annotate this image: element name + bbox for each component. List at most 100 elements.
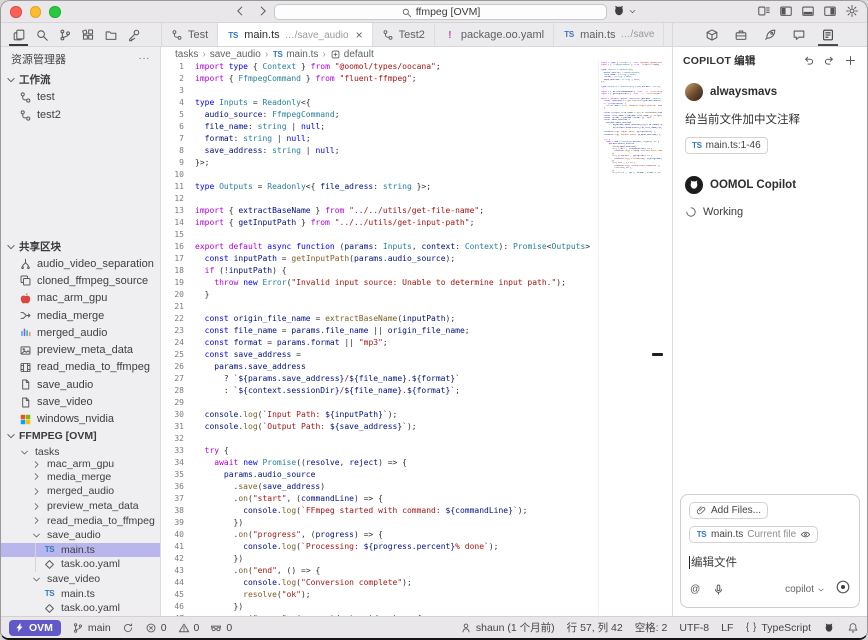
redo-icon[interactable] <box>823 54 836 67</box>
send-button[interactable] <box>835 579 851 600</box>
code-content[interactable]: 1import type { Context } from "@oomol/ty… <box>161 61 598 616</box>
status-error-count[interactable]: 0 <box>145 622 167 634</box>
section-header-共享区块[interactable]: 共享区块 <box>1 238 160 255</box>
scrollbar-gutter[interactable] <box>662 61 672 616</box>
tab-package.oo.yaml[interactable]: !package.oo.yaml <box>435 23 554 46</box>
code-line: 5 audio_source: FfmpegCommand; <box>161 109 598 121</box>
customize-layout-icon[interactable] <box>757 4 771 18</box>
tab-Test2[interactable]: Test2 <box>373 23 435 46</box>
tree-item-audio_video_separation[interactable]: audio_video_separation <box>1 255 160 272</box>
mention-icon[interactable]: @ <box>689 583 702 596</box>
status-ovm-badge[interactable]: OVM <box>9 620 61 636</box>
status-notifications[interactable] <box>847 622 859 634</box>
code-line: 39 }) <box>161 517 598 529</box>
tree-item-save_video[interactable]: save_video <box>1 572 160 587</box>
layout-left-icon[interactable] <box>779 4 793 18</box>
status-git-branch[interactable]: main <box>72 622 111 634</box>
panel-tab-toolbox-icon[interactable] <box>731 23 751 46</box>
status-git-author[interactable]: shaun (1 个月前) <box>460 620 555 635</box>
tree-item-windows_nvidia[interactable]: windows_nvidia <box>1 411 160 428</box>
tree-item-tasks[interactable]: tasks <box>1 445 160 460</box>
tree-item-main.ts[interactable]: TSmain.ts <box>1 586 160 601</box>
status-warning-count[interactable]: 0 <box>178 622 200 634</box>
panel-tab-chat-icon[interactable] <box>789 23 809 46</box>
minimap[interactable]: import type { Context } from "@oomol/typ… <box>598 61 662 616</box>
eye-icon[interactable] <box>800 529 811 540</box>
section-header-FFMPEG [OVM][interactable]: FFMPEG [OVM] <box>1 428 160 445</box>
tree-item-save_audio[interactable]: save_audio <box>1 376 160 393</box>
code-line: 36 .save(save_address) <box>161 481 598 493</box>
status-encoding[interactable]: UTF-8 <box>679 622 709 634</box>
tree-item-save_audio[interactable]: save_audio <box>1 528 160 543</box>
tree-item-media_merge[interactable]: media_merge <box>1 470 160 485</box>
tree-item-task.oo.yaml[interactable]: task.oo.yaml <box>1 557 160 572</box>
activity-source-control-icon[interactable] <box>55 23 74 46</box>
status-feedback-count[interactable]: 0 <box>210 622 232 634</box>
copilot-conversation: alwaysmavs 给当前文件加中文注释 TS main.ts:1-46 OO… <box>673 73 867 494</box>
breadcrumb-item[interactable]: default <box>330 49 374 60</box>
command-center[interactable]: ffmpeg [OVM] <box>274 4 607 20</box>
status-indentation[interactable]: 空格: 2 <box>635 620 668 635</box>
chat-input[interactable]: 编辑文件 <box>689 554 851 570</box>
tree-item-task.oo.yaml[interactable]: task.oo.yaml <box>1 601 160 616</box>
tree-item-preview_meta_data[interactable]: preview_meta_data <box>1 341 160 358</box>
tree-item-save_video[interactable]: save_video <box>1 393 160 410</box>
breadcrumb-item[interactable]: TSmain.ts <box>272 49 318 60</box>
tree-item-cloned_ffmpeg_source[interactable]: cloned_ffmpeg_source <box>1 272 160 289</box>
tab-main.ts[interactable]: TSmain.ts…/save <box>554 23 664 46</box>
panel-tab-rocket-icon[interactable] <box>760 23 780 46</box>
scrollbar-handle[interactable] <box>652 353 663 356</box>
code-editor[interactable]: 1import type { Context } from "@oomol/ty… <box>161 61 672 616</box>
zoom-window-button[interactable] <box>49 6 61 18</box>
activity-search-icon[interactable] <box>32 23 51 46</box>
status-language-mode[interactable]: { }TypeScript <box>745 622 811 634</box>
activity-folder-icon[interactable] <box>101 23 120 46</box>
tree-item-merged_audio[interactable]: merged_audio <box>1 484 160 499</box>
tree-item-read_media_to_ffmpeg[interactable]: read_media_to_ffmpeg <box>1 513 160 528</box>
referenced-file-chip[interactable]: TS main.ts:1-46 <box>685 137 768 154</box>
forward-icon[interactable] <box>256 4 270 18</box>
tab-main.ts[interactable]: TSmain.ts…/save_audio× <box>218 23 372 46</box>
breadcrumb-item[interactable]: save_audio <box>210 49 261 60</box>
status-eol[interactable]: LF <box>721 622 733 634</box>
close-icon[interactable]: × <box>356 28 363 42</box>
tree-item-mac_arm_gpu[interactable]: mac_arm_gpu <box>1 460 160 470</box>
activity-key-icon[interactable] <box>124 23 143 46</box>
tab-Test[interactable]: Test <box>162 23 218 46</box>
tree-item-read_media_to_ffmpeg[interactable]: read_media_to_ffmpeg <box>1 359 160 376</box>
status-copilot-status[interactable] <box>823 622 835 634</box>
tree-item-main.ts[interactable]: TSmain.ts <box>1 543 160 558</box>
more-icon[interactable]: ··· <box>139 54 151 64</box>
panel-tab-package-icon[interactable] <box>702 23 722 46</box>
tree-item-test[interactable]: test <box>1 88 160 106</box>
ts-icon: TS <box>696 529 707 540</box>
plus-icon[interactable] <box>844 54 857 67</box>
tree-item-preview_meta_data[interactable]: preview_meta_data <box>1 499 160 514</box>
back-icon[interactable] <box>233 4 247 18</box>
status-sync-status[interactable] <box>122 622 134 634</box>
code-line: 46 }) <box>161 601 598 613</box>
activity-files-icon[interactable] <box>9 23 28 46</box>
model-selector[interactable]: copilot <box>785 584 825 595</box>
context-file-chip[interactable]: TS main.ts Current file <box>689 526 818 543</box>
chat-composer[interactable]: Add Files... TS main.ts Current file 编辑文… <box>680 494 860 608</box>
activity-extensions-icon[interactable] <box>78 23 97 46</box>
assistant-menu[interactable] <box>612 4 637 18</box>
status-cursor-position[interactable]: 行 57, 列 42 <box>567 620 623 635</box>
tree-item-merged_audio[interactable]: merged_audio <box>1 324 160 341</box>
gear-icon[interactable] <box>845 4 859 18</box>
add-files-chip[interactable]: Add Files... <box>689 502 768 519</box>
section-header-工作流[interactable]: 工作流 <box>1 71 160 88</box>
tree-item-mac_arm_gpu[interactable]: mac_arm_gpu <box>1 290 160 307</box>
layout-right-icon[interactable] <box>823 4 837 18</box>
layout-bottom-icon[interactable] <box>801 4 815 18</box>
undo-icon[interactable] <box>802 54 815 67</box>
tree-item-media_merge[interactable]: media_merge <box>1 307 160 324</box>
close-window-button[interactable] <box>10 6 22 18</box>
breadcrumb-item[interactable]: tasks <box>175 49 198 60</box>
panel-tab-edit-note-icon[interactable] <box>818 23 838 46</box>
source-control-icon <box>58 28 72 42</box>
tree-item-test2[interactable]: test2 <box>1 106 160 124</box>
mic-icon[interactable] <box>712 583 725 596</box>
minimize-window-button[interactable] <box>30 6 42 18</box>
